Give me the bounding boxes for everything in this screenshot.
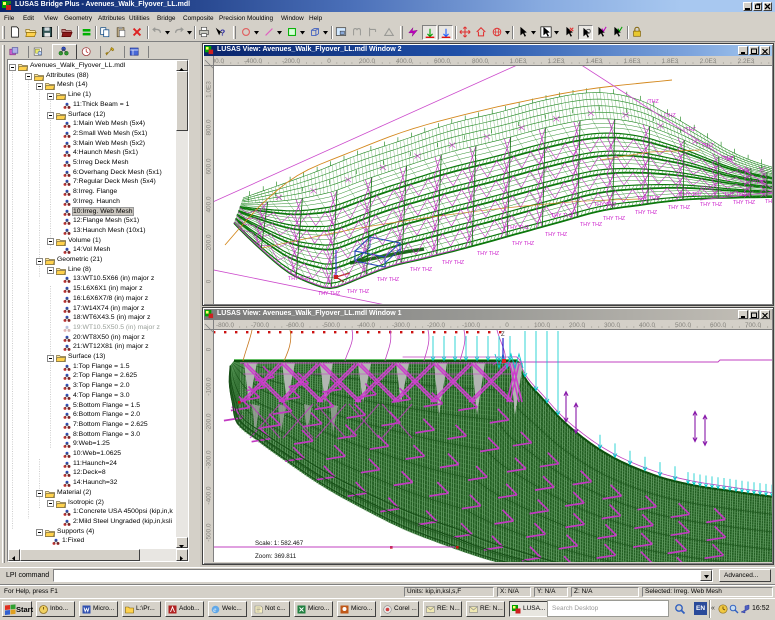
svg-text:1.2E3: 1.2E3 [548,58,565,65]
svg-text:THY THZ: THY THZ [637,196,660,202]
svg-text:1.6E3: 1.6E3 [624,58,641,65]
svg-text:800.0: 800.0 [472,58,488,65]
svg-text:/THZ: /THZ [737,168,750,174]
svg-text:THY THZ: THY THZ [580,222,603,228]
svg-text:THY THZ: THY THZ [680,192,703,198]
svg-text:600.0: 600.0 [710,322,726,329]
svg-text:-300.0: -300.0 [392,322,411,329]
svg-text:THY THZ: THY THZ [545,232,568,238]
svg-text:-200.0: -200.0 [206,413,213,432]
svg-text:1.0E3: 1.0E3 [510,58,527,65]
svg-text:1.8E3: 1.8E3 [662,58,679,65]
svg-text:-100.0: -100.0 [462,322,481,329]
svg-text:e: e [213,606,216,614]
svg-text:-500.0: -500.0 [322,322,341,329]
svg-text:THY THZ: THY THZ [668,205,691,211]
svg-text:800.0: 800.0 [206,119,213,135]
svg-text:THY THZ: THY THZ [594,202,617,208]
svg-text:400.0: 400.0 [396,58,412,65]
svg-text:200.0: 200.0 [569,322,585,329]
svg-text:THY THZ: THY THZ [724,192,747,198]
svg-text:100.0: 100.0 [534,322,550,329]
svg-text:THY THZ: THY THZ [551,213,574,219]
svg-text:Zoom: 369.811: Zoom: 369.811 [255,553,297,560]
svg-text:-600.0: -600.0 [286,322,305,329]
svg-text:-700.0: -700.0 [251,322,270,329]
svg-text:/THZ: /THZ [647,99,660,105]
svg-text:THY THZ: THY THZ [442,260,465,266]
svg-text:1.4E3: 1.4E3 [586,58,603,65]
svg-text:400.0: 400.0 [639,322,655,329]
svg-text:-100.0: -100.0 [206,377,213,396]
svg-text:?: ? [220,27,225,37]
svg-text:-200.0: -200.0 [282,58,301,65]
svg-text:THY THZ: THY THZ [700,202,723,208]
svg-text:1.0E3: 1.0E3 [206,81,213,98]
svg-text:THY THZ: THY THZ [603,216,626,222]
svg-text:Scale: 1: 582.467: Scale: 1: 582.467 [255,540,304,547]
svg-text:400.0: 400.0 [206,196,213,212]
svg-text:/THZ: /THZ [684,127,697,133]
svg-text:THY THZ: THY THZ [288,276,311,282]
svg-text:2.0E3: 2.0E3 [700,58,717,65]
svg-text:/THZ: /THZ [702,143,715,149]
svg-text:-300.0: -300.0 [206,450,213,469]
svg-text:THY THZ: THY THZ [477,251,500,257]
svg-text:THY THZ: THY THZ [765,199,772,205]
svg-text:-400.0: -400.0 [357,322,376,329]
svg-text:0: 0 [505,322,509,329]
svg-text:-800.0: -800.0 [216,322,235,329]
svg-text:200.0: 200.0 [359,58,375,65]
svg-text:/THZ: /THZ [700,186,713,192]
svg-text:-400.0: -400.0 [206,486,213,505]
svg-text:0: 0 [206,347,213,351]
svg-text:300.0: 300.0 [604,322,620,329]
svg-text:THY THZ: THY THZ [377,277,400,283]
svg-text:2.2E3: 2.2E3 [738,58,755,65]
svg-text:THY THZ: THY THZ [507,225,530,231]
svg-text:/THZ: /THZ [752,180,765,186]
svg-text:THY THZ: THY THZ [347,289,370,295]
svg-text:THY THZ: THY THZ [318,291,341,297]
svg-text:THY THZ: THY THZ [635,210,658,216]
svg-text:THY THZ: THY THZ [410,267,433,273]
svg-text:600.0: 600.0 [434,58,450,65]
svg-text:600.0: 600.0 [206,158,213,174]
svg-text:-500.0: -500.0 [206,523,213,542]
svg-text:/THZ: /THZ [664,113,677,119]
svg-text:200.0: 200.0 [206,234,213,250]
svg-text:0: 0 [206,279,213,283]
svg-text:Z: Z [501,332,505,338]
svg-text:0: 0 [327,58,331,65]
svg-text:THY THZ: THY THZ [733,200,756,206]
svg-text:-200.0: -200.0 [427,322,446,329]
svg-text:THY THZ: THY THZ [512,241,535,247]
svg-text:-400.0: -400.0 [244,58,263,65]
svg-text:700.0: 700.0 [745,322,761,329]
svg-text:/THZ: /THZ [722,156,735,162]
svg-text:500.0: 500.0 [675,322,691,329]
